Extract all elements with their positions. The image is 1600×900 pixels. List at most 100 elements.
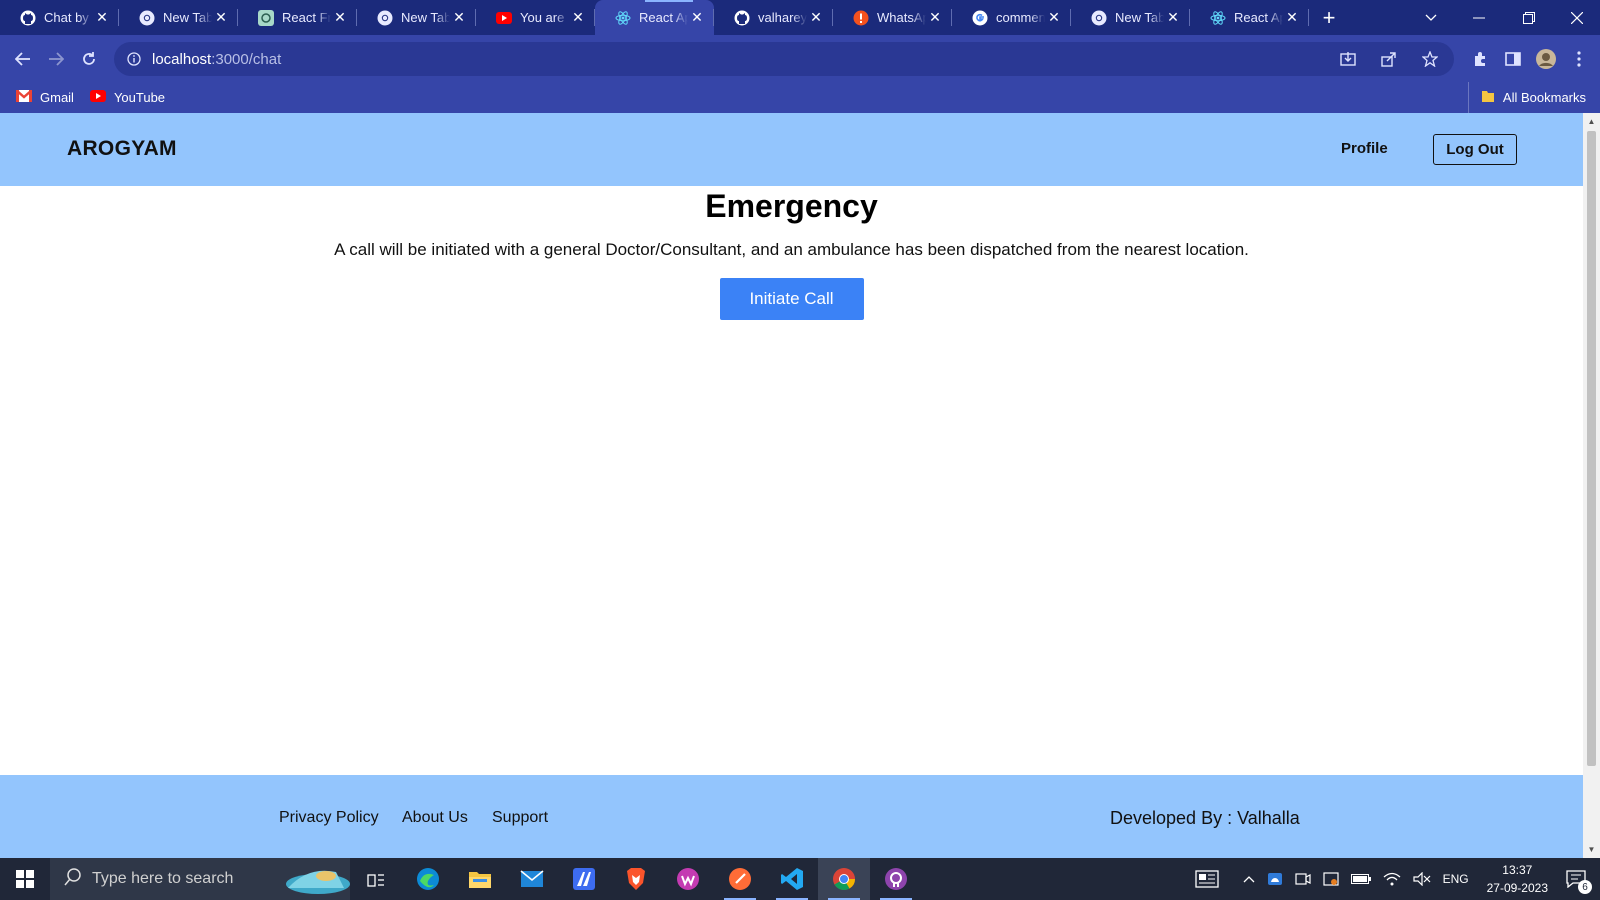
notification-count-badge: 6 bbox=[1578, 880, 1592, 894]
site-info-icon[interactable] bbox=[124, 49, 144, 69]
taskbar-search-box[interactable]: Type here to search bbox=[50, 858, 350, 900]
profile-link[interactable]: Profile bbox=[1341, 140, 1388, 157]
wifi-icon[interactable] bbox=[1383, 872, 1401, 886]
new-tab-button[interactable]: + bbox=[1309, 0, 1349, 35]
file-explorer-icon[interactable] bbox=[454, 858, 506, 900]
bookmark-youtube[interactable]: YouTube bbox=[89, 90, 166, 105]
security-icon[interactable] bbox=[1322, 872, 1339, 886]
windows-taskbar: Type here to search ENG 13:37 27-09-2023… bbox=[0, 858, 1600, 900]
tab-close-icon[interactable]: ✕ bbox=[1164, 9, 1182, 26]
minimize-button[interactable] bbox=[1456, 0, 1502, 35]
footer-privacy-policy-link[interactable]: Privacy Policy bbox=[279, 809, 379, 827]
side-panel-icon[interactable] bbox=[1496, 42, 1529, 75]
github-icon bbox=[20, 10, 36, 26]
logout-button[interactable]: Log Out bbox=[1433, 134, 1517, 165]
browser-tab[interactable]: valharey ✕ bbox=[714, 0, 833, 35]
battery-icon[interactable] bbox=[1350, 874, 1371, 884]
tab-title: valharey bbox=[758, 10, 807, 25]
tab-close-icon[interactable]: ✕ bbox=[1283, 9, 1301, 26]
language-indicator[interactable]: ENG bbox=[1443, 872, 1469, 886]
tab-close-icon[interactable]: ✕ bbox=[569, 9, 587, 26]
initiate-call-button[interactable]: Initiate Call bbox=[719, 278, 864, 320]
tab-close-icon[interactable]: ✕ bbox=[688, 9, 706, 26]
gmail-icon bbox=[15, 89, 33, 105]
google-icon bbox=[972, 10, 988, 26]
browser-tab[interactable]: New Tab ✕ bbox=[357, 0, 476, 35]
browser-tab[interactable]: React Frc✕ bbox=[238, 0, 357, 35]
browser-tab[interactable]: React Ap ✕ bbox=[1190, 0, 1309, 35]
browser-tab-strip: Chat by l✕New Tab✕React Frc✕New Tab✕You … bbox=[0, 0, 1600, 35]
app-brand[interactable]: AROGYAM bbox=[67, 137, 177, 161]
tab-close-icon[interactable]: ✕ bbox=[331, 9, 349, 26]
profile-avatar-icon[interactable] bbox=[1529, 42, 1562, 75]
system-tray: ENG 13:37 27-09-2023 6 bbox=[1189, 858, 1600, 900]
volume-muted-icon[interactable] bbox=[1412, 872, 1431, 886]
install-app-icon[interactable] bbox=[1331, 43, 1364, 76]
task-view-icon[interactable] bbox=[350, 858, 402, 900]
notification-center-icon[interactable]: 6 bbox=[1566, 870, 1592, 894]
url-text[interactable]: localhost:3000/chat bbox=[152, 51, 281, 68]
all-bookmarks-button[interactable]: All Bookmarks bbox=[1467, 82, 1586, 113]
bookmark-gmail[interactable]: Gmail bbox=[15, 89, 74, 105]
app-footer: Privacy Policy About Us Support Develope… bbox=[0, 775, 1583, 858]
app-navbar: AROGYAM Profile Log Out bbox=[0, 113, 1583, 186]
share-icon[interactable] bbox=[1372, 43, 1405, 76]
scrollbar-thumb[interactable] bbox=[1587, 131, 1596, 766]
tab-close-icon[interactable]: ✕ bbox=[1045, 9, 1063, 26]
chrome-icon bbox=[139, 10, 155, 26]
developed-by-text: Developed By : Valhalla bbox=[1110, 808, 1300, 828]
footer-support-link[interactable]: Support bbox=[492, 809, 548, 827]
close-window-button[interactable] bbox=[1554, 0, 1600, 35]
react-icon bbox=[615, 10, 631, 26]
address-bar[interactable]: localhost:3000/chat bbox=[114, 42, 1454, 76]
tab-search-chevron-icon[interactable] bbox=[1408, 0, 1454, 35]
back-button[interactable] bbox=[6, 42, 39, 75]
bookmark-label: YouTube bbox=[113, 90, 166, 105]
browser-tab[interactable]: commen ✕ bbox=[952, 0, 1071, 35]
taskbar-clock[interactable]: 13:37 27-09-2023 bbox=[1487, 861, 1548, 897]
browser-tab[interactable]: Chat by l ✕ bbox=[0, 0, 119, 35]
app-icon-blue[interactable] bbox=[558, 858, 610, 900]
page-scrollbar[interactable]: ▲ ▼ bbox=[1583, 113, 1600, 858]
tab-close-icon[interactable]: ✕ bbox=[93, 9, 111, 26]
browser-tab[interactable]: New Tab ✕ bbox=[1071, 0, 1190, 35]
tab-close-icon[interactable]: ✕ bbox=[926, 9, 944, 26]
scroll-up-arrow-icon[interactable]: ▲ bbox=[1583, 113, 1600, 130]
browser-tab[interactable]: You are l ✕ bbox=[476, 0, 595, 35]
tab-close-icon[interactable]: ✕ bbox=[807, 9, 825, 26]
restore-button[interactable] bbox=[1506, 0, 1552, 35]
brave-icon[interactable] bbox=[610, 858, 662, 900]
whiteboard-icon[interactable] bbox=[662, 858, 714, 900]
forward-button[interactable] bbox=[39, 42, 72, 75]
mail-icon[interactable] bbox=[506, 858, 558, 900]
react-icon bbox=[1210, 10, 1226, 26]
tab-close-icon[interactable]: ✕ bbox=[450, 9, 468, 26]
tab-title: New Tab bbox=[163, 10, 212, 25]
windows-start-button[interactable] bbox=[0, 858, 50, 900]
tab-close-icon[interactable]: ✕ bbox=[212, 9, 230, 26]
news-widget-icon[interactable] bbox=[1194, 870, 1219, 888]
postman-icon[interactable] bbox=[714, 858, 766, 900]
chrome-icon[interactable] bbox=[818, 858, 870, 900]
browser-tab[interactable]: WhatsAp ✕ bbox=[833, 0, 952, 35]
browser-toolbar: localhost:3000/chat bbox=[0, 35, 1600, 82]
vscode-icon[interactable] bbox=[766, 858, 818, 900]
browser-tab[interactable]: New Tab ✕ bbox=[119, 0, 238, 35]
browser-tab[interactable]: React Ap ✕ bbox=[595, 0, 714, 35]
extensions-icon[interactable] bbox=[1463, 42, 1496, 75]
scroll-down-arrow-icon[interactable]: ▼ bbox=[1583, 841, 1600, 858]
tab-title: React Frc bbox=[282, 10, 331, 25]
tab-title: commen bbox=[996, 10, 1045, 25]
emergency-message: A call will be initiated with a general … bbox=[334, 240, 1249, 259]
github-desktop-icon[interactable] bbox=[870, 858, 922, 900]
all-bookmarks-label: All Bookmarks bbox=[1502, 90, 1586, 105]
reload-button[interactable] bbox=[72, 42, 105, 75]
chevron-up-icon[interactable] bbox=[1243, 875, 1255, 883]
onedrive-icon[interactable] bbox=[1267, 872, 1283, 886]
tab-title: React Ap bbox=[639, 10, 688, 25]
edge-icon[interactable] bbox=[402, 858, 454, 900]
meet-now-icon[interactable] bbox=[1294, 872, 1311, 886]
bookmark-star-icon[interactable] bbox=[1413, 43, 1446, 76]
menu-kebab-icon[interactable] bbox=[1562, 42, 1595, 75]
footer-about-us-link[interactable]: About Us bbox=[402, 809, 468, 827]
